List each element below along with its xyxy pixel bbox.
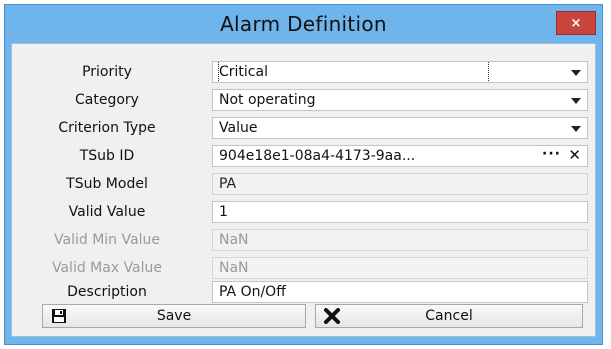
criterion-type-label: Criterion Type [58,120,156,136]
priority-label: Priority [82,64,132,80]
valid-value-input[interactable]: 1 [212,201,588,223]
valid-value-label: Valid Value [68,204,146,220]
chevron-down-icon[interactable] [571,126,581,132]
tsub-id-field[interactable]: 904e18e1-08a4-4173-9aa... ··· ✕ [212,145,588,167]
chevron-down-icon[interactable] [571,98,581,104]
tsub-model-label: TSub Model [66,176,148,192]
cancel-button[interactable]: Cancel [315,304,583,328]
category-value: Not operating [219,92,316,108]
close-window-button[interactable]: × [556,11,596,35]
category-label: Category [75,92,139,108]
priority-select[interactable]: Critical [212,61,588,83]
description-input[interactable]: PA On/Off [212,281,588,303]
tsub-model-row: TSub Model PA [12,172,595,196]
priority-row: Priority Critical [12,60,595,84]
category-row: Category Not operating [12,88,595,112]
description-row: Description PA On/Off [12,280,595,304]
browse-icon[interactable]: ··· [542,146,561,164]
valid-min-value-input: NaN [212,229,588,251]
clear-icon[interactable]: ✕ [568,146,581,165]
priority-value: Critical [218,62,489,82]
tsub-id-row: TSub ID 904e18e1-08a4-4173-9aa... ··· ✕ [12,144,595,168]
category-select[interactable]: Not operating [212,89,588,111]
valid-min-value-row: Valid Min Value NaN [12,228,595,252]
dialog-window: Alarm Definition × Priority Critical Cat… [4,4,603,345]
save-button[interactable]: Save [42,304,306,328]
dialog-body: Priority Critical Category Not operating… [11,43,596,337]
tsub-model-field: PA [212,173,588,195]
cancel-button-label: Cancel [425,308,473,324]
chevron-down-icon[interactable] [571,70,581,76]
tsub-id-label: TSub ID [79,148,135,164]
description-label: Description [67,284,147,300]
valid-value-row: Valid Value 1 [12,200,595,224]
criterion-type-value: Value [219,120,258,136]
valid-max-value-input: NaN [212,257,588,279]
window-title: Alarm Definition [220,12,387,36]
tsub-id-value: 904e18e1-08a4-4173-9aa... [219,148,416,164]
title-bar[interactable]: Alarm Definition × [5,5,602,43]
valid-min-value-label: Valid Min Value [54,232,160,248]
criterion-type-row: Criterion Type Value [12,116,595,140]
criterion-type-select[interactable]: Value [212,117,588,139]
save-button-label: Save [156,308,192,324]
valid-max-value-row: Valid Max Value NaN [12,256,595,280]
valid-max-value-label: Valid Max Value [51,260,163,276]
